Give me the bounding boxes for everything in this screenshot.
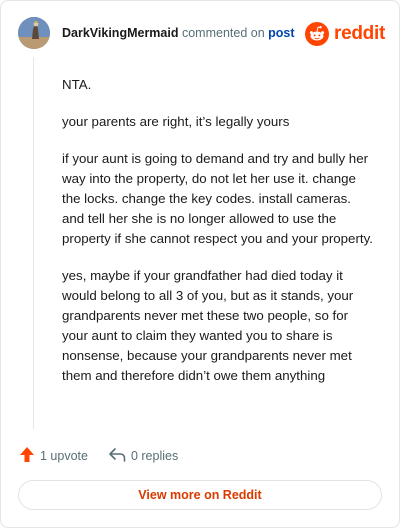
- upvote-button[interactable]: 1 upvote: [19, 446, 88, 466]
- upvote-arrow-icon: [19, 446, 35, 466]
- comment-body: NTA. your parents are right, it’s legall…: [62, 75, 374, 403]
- reddit-logo[interactable]: reddit: [305, 20, 385, 48]
- reply-arrow-icon: [109, 447, 126, 465]
- comment-card: DarkVikingMermaid commented on post redd…: [0, 0, 400, 528]
- comment-paragraph: your parents are right, it’s legally you…: [62, 114, 290, 129]
- comment-paragraph: NTA.: [62, 77, 92, 92]
- view-more-button[interactable]: View more on Reddit: [18, 480, 382, 510]
- commented-text: commented on: [181, 26, 265, 40]
- comment-actions: 1 upvote 0 replies: [19, 446, 178, 466]
- replies-button[interactable]: 0 replies: [109, 447, 179, 465]
- thread-line: [33, 57, 34, 429]
- comment-byline: DarkVikingMermaid commented on post: [62, 26, 295, 40]
- reddit-wordmark: reddit: [334, 23, 385, 44]
- user-avatar-icon: [18, 17, 50, 49]
- comment-header: DarkVikingMermaid commented on post redd…: [18, 17, 385, 51]
- replies-count: 0 replies: [130, 449, 179, 463]
- comment-paragraph: yes, maybe if your grandfather had died …: [62, 268, 354, 383]
- comment-paragraph: if your aunt is going to demand and try …: [62, 151, 373, 246]
- post-link[interactable]: post: [268, 26, 294, 40]
- reddit-snoo-icon: [305, 22, 330, 46]
- upvote-count: 1 upvote: [40, 449, 88, 463]
- avatar[interactable]: [18, 17, 50, 49]
- author-name[interactable]: DarkVikingMermaid: [62, 26, 178, 40]
